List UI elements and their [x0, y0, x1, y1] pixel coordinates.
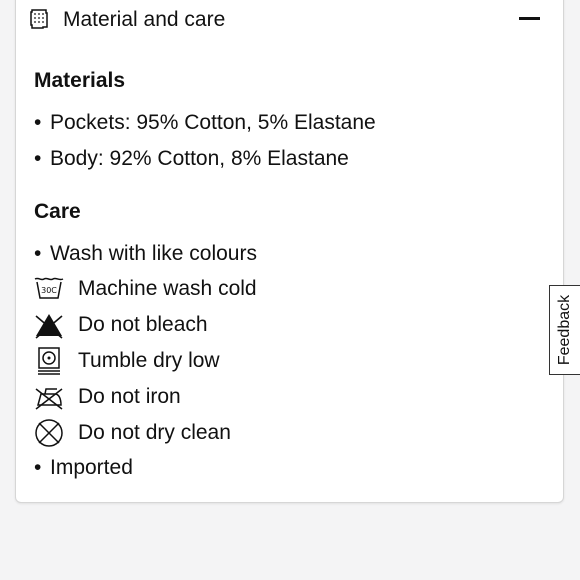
- do-not-dry-clean-icon: [35, 419, 63, 447]
- bullet-marker: •: [34, 147, 42, 170]
- care-symbol-label: Do not iron: [78, 385, 181, 408]
- materials-item-text: Pockets: 95% Cotton, 5% Elastane: [50, 111, 376, 134]
- wash-temperature-text: 30C: [41, 286, 57, 295]
- do-not-bleach-icon: [35, 314, 63, 339]
- material-care-accordion-header[interactable]: Material and care: [16, 1, 565, 39]
- bullet-marker: •: [34, 242, 42, 265]
- materials-list-item: • Body: 92% Cotton, 8% Elastane: [34, 147, 349, 171]
- care-item-text: Wash with like colours: [50, 242, 257, 265]
- bullet-marker: •: [34, 456, 42, 479]
- care-symbol-label: Tumble dry low: [78, 349, 220, 372]
- fabric-swatch-icon: [30, 9, 48, 29]
- care-item-text: Imported: [50, 456, 133, 479]
- tumble-dry-low-icon: [38, 347, 60, 375]
- accordion-title: Material and care: [63, 8, 226, 31]
- care-symbol-label: Do not dry clean: [78, 421, 231, 444]
- care-list-item: • Imported: [34, 456, 133, 480]
- materials-item-text: Body: 92% Cotton, 8% Elastane: [50, 147, 349, 170]
- materials-list-item: • Pockets: 95% Cotton, 5% Elastane: [34, 111, 376, 135]
- do-not-iron-icon: [35, 388, 63, 410]
- wash-30c-icon: 30C: [34, 277, 64, 299]
- care-heading: Care: [34, 200, 81, 223]
- care-symbol-label: Do not bleach: [78, 313, 208, 336]
- feedback-label: Feedback: [556, 294, 573, 366]
- materials-heading: Materials: [34, 69, 126, 92]
- care-symbol-label: Machine wash cold: [78, 277, 257, 300]
- material-care-card: Material and care Materials • Pockets: 95…: [15, 0, 564, 503]
- bullet-marker: •: [34, 111, 42, 134]
- minus-icon[interactable]: [519, 17, 540, 20]
- feedback-tab[interactable]: Feedback: [549, 285, 580, 375]
- care-list-item: • Wash with like colours: [34, 242, 257, 266]
